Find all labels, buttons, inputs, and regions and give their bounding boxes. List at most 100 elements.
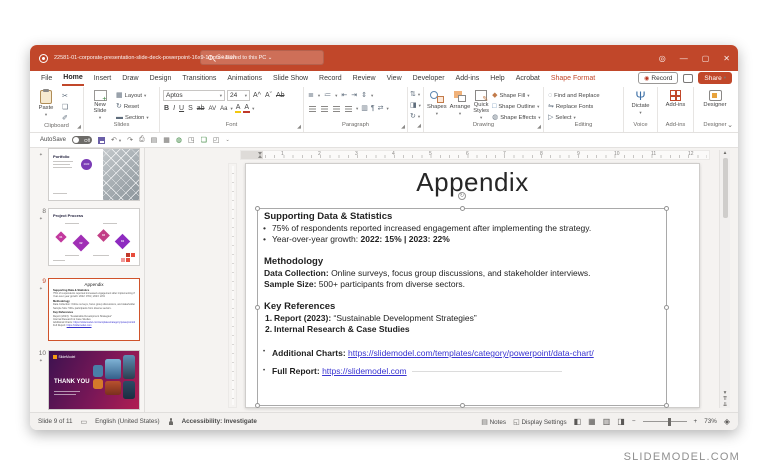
record-button[interactable]: ◉Record (638, 72, 678, 84)
addins-button[interactable]: Add-ins (663, 90, 689, 108)
find-replace-button[interactable]: ◌Find and Replace (548, 91, 619, 100)
rotate-handle[interactable]: ↻ (458, 192, 466, 200)
close-button[interactable]: ✕ (723, 54, 730, 63)
bullets-icon[interactable]: ≣ (308, 92, 314, 99)
horizontal-ruler[interactable]: 12 34 56 78 910 1112 (240, 150, 710, 160)
align-text-button[interactable]: ⇅▾ (410, 90, 421, 99)
change-case-button[interactable]: Aa (219, 106, 228, 112)
normal-view-icon[interactable]: ◧ (574, 417, 582, 426)
text-shadow-button[interactable]: S (187, 105, 194, 112)
thumbnail-slide-8[interactable]: Project Process 01 02 03 04 (48, 208, 140, 266)
tab-insert[interactable]: Insert (93, 73, 113, 85)
resize-handle[interactable] (255, 403, 260, 408)
tab-transitions[interactable]: Transitions (181, 73, 217, 85)
tab-view[interactable]: View (386, 73, 403, 85)
display-settings-button[interactable]: ◱ Display Settings (513, 418, 567, 426)
strikethrough-button[interactable]: ab (196, 105, 206, 112)
hyperlink[interactable]: https://slidemodel.com (322, 366, 407, 376)
copy-button[interactable]: ❏ (62, 103, 68, 112)
decrease-indent-icon[interactable]: ⇤ (341, 92, 347, 99)
slide-title[interactable]: Appendix (246, 167, 699, 198)
shapes-button[interactable]: Shapes▾ (427, 90, 447, 117)
justify-icon[interactable] (345, 106, 352, 112)
underline-button[interactable]: U (178, 105, 185, 112)
tab-add-ins[interactable]: Add-ins (455, 73, 481, 85)
save-icon[interactable] (98, 137, 105, 144)
copy-slide-icon[interactable]: ❏ (201, 136, 207, 144)
indent-marker[interactable] (258, 155, 262, 158)
smartart-icon[interactable]: ⇄ (378, 105, 384, 112)
maximize-button[interactable]: ▢ (702, 54, 710, 63)
share-button[interactable]: Share ▾ (698, 72, 732, 84)
scrollbar-thumb[interactable] (723, 158, 728, 218)
shrink-font-button[interactable]: Aˇ (264, 92, 273, 99)
font-dialog-launcher[interactable]: ◢ (297, 124, 301, 130)
reset-button[interactable]: ↻Reset (116, 102, 149, 111)
clipboard-dialog-launcher[interactable]: ◢ (77, 124, 81, 130)
comments-icon[interactable] (683, 74, 693, 83)
shape-effects-button[interactable]: ◍Shape Effects▾ (492, 113, 540, 122)
language-indicator[interactable]: English (United States) (95, 418, 159, 425)
resize-handle[interactable] (460, 403, 465, 408)
notes-button[interactable]: ▤ Notes (481, 418, 506, 426)
align-center-icon[interactable] (321, 106, 328, 112)
zoom-in-icon[interactable]: + (694, 418, 698, 425)
resize-handle[interactable] (255, 305, 260, 310)
align-left-icon[interactable] (309, 106, 316, 112)
designer-button[interactable]: Designer (702, 90, 728, 108)
redo-icon[interactable]: ↷ (127, 136, 133, 144)
text-direction-icon[interactable]: ¶ (371, 105, 375, 112)
slide-canvas[interactable]: Appendix ↻ Supporting Data & Statistics … (245, 163, 700, 408)
zoom-slider-thumb[interactable] (668, 418, 671, 426)
content-text-box[interactable]: ↻ Supporting Data & Statistics •75% of r… (257, 208, 667, 406)
zoom-out-icon[interactable]: − (632, 418, 636, 425)
present-icon[interactable]: ◳ (188, 136, 195, 144)
new-slide-button[interactable]: New Slide▾ (87, 90, 113, 121)
font-size-select[interactable]: 24▾ (227, 90, 250, 101)
shape-fill-button[interactable]: ◆Shape Fill▾ (492, 91, 540, 100)
select-button[interactable]: ▷Select▾ (548, 113, 619, 122)
resize-handle[interactable] (664, 305, 669, 310)
undo-icon[interactable]: ↶ ▾ (111, 136, 121, 144)
resize-handle[interactable] (460, 206, 465, 211)
tab-design[interactable]: Design (149, 73, 173, 85)
format-painter-button[interactable]: ✐ (62, 114, 68, 123)
scroll-up-icon[interactable]: ▴ (724, 150, 727, 156)
autosave-toggle[interactable]: Off (72, 136, 92, 144)
font-family-select[interactable]: Aptos▾ (163, 90, 225, 101)
arrange-button[interactable]: Arrange▾ (450, 90, 471, 117)
vertical-ruler[interactable] (228, 163, 237, 408)
tab-slide-show[interactable]: Slide Show (272, 73, 309, 85)
proofing-icon[interactable]: ▭ (81, 418, 88, 426)
tab-shape-format[interactable]: Shape Format (550, 73, 596, 85)
zoom-level[interactable]: 73% (704, 418, 717, 425)
picture-icon[interactable]: ▦ (163, 136, 170, 144)
next-slide-icon[interactable]: ⇊ (723, 402, 728, 408)
drawing-dialog-launcher[interactable]: ◢ (537, 124, 541, 130)
replace-fonts-button[interactable]: ⇋Replace Fonts (548, 102, 619, 111)
paragraph-dialog-launcher[interactable]: ◢ (401, 124, 405, 130)
highlight-color-button[interactable]: A (235, 104, 242, 113)
convert-smartart-button[interactable]: ↻▾ (410, 112, 421, 121)
thumbnail-slide-10[interactable]: SlideModel THANK YOU (48, 350, 140, 410)
character-spacing-button[interactable]: AV (208, 106, 218, 112)
tab-acrobat[interactable]: Acrobat (515, 73, 541, 85)
slide-sorter-icon[interactable]: ▦ (588, 417, 596, 426)
italic-button[interactable]: I (172, 105, 176, 112)
zoom-slider[interactable] (643, 421, 687, 422)
tab-home[interactable]: Home (62, 72, 83, 86)
cut-button[interactable]: ✂ (62, 92, 68, 101)
clear-formatting-button[interactable]: Ab (275, 92, 286, 99)
window-icon[interactable]: ◰ (213, 136, 220, 144)
tab-developer[interactable]: Developer (412, 73, 446, 85)
dictate-button[interactable]: Ψ Dictate▾ (628, 90, 654, 116)
line-spacing-icon[interactable]: ⇕ (361, 92, 367, 99)
minimize-button[interactable]: — (680, 54, 688, 63)
section-button[interactable]: ▬Section▾ (116, 113, 149, 122)
resize-handle[interactable] (664, 403, 669, 408)
columns-icon[interactable]: ▥ (361, 105, 368, 112)
resize-handle[interactable] (664, 206, 669, 211)
slideshow-icon[interactable]: ◨ (617, 417, 625, 426)
tab-record[interactable]: Record (318, 73, 343, 85)
shape-outline-button[interactable]: □Shape Outline▾ (492, 102, 540, 111)
